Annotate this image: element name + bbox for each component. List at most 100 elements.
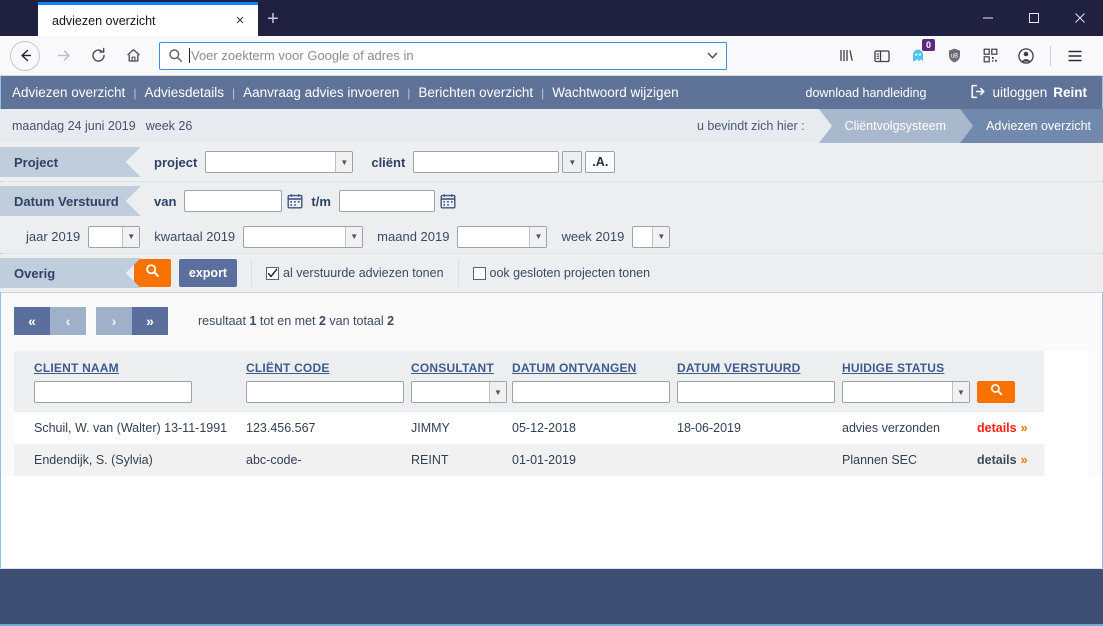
- download-handleiding-link[interactable]: download handleiding: [806, 86, 927, 100]
- filter-select-huidige-status[interactable]: ▼: [842, 381, 970, 403]
- result-mid: tot en met: [259, 314, 316, 328]
- browser-tab-adviezen-overzicht[interactable]: adviezen overzicht ×: [38, 2, 258, 36]
- breadcrumb-item-clientvolgsysteem[interactable]: Cliëntvolgsysteem: [818, 109, 974, 143]
- nav-item-wachtwoord-wijzigen[interactable]: Wachtwoord wijzigen: [552, 85, 678, 100]
- client-dropdown-button[interactable]: ▼: [562, 151, 583, 173]
- week-select[interactable]: ▼: [632, 225, 671, 248]
- sidebar-icon[interactable]: [866, 40, 898, 72]
- address-bar[interactable]: Voer zoekterm voor Google of adres in: [159, 41, 727, 70]
- calendar-icon[interactable]: [440, 193, 456, 209]
- column-header-client-naam[interactable]: CLIENT NAAM: [14, 351, 246, 381]
- column-header-huidige-status[interactable]: HUIDIGE STATUS: [842, 351, 977, 381]
- cell-client-code: 123.456.567: [246, 421, 316, 435]
- tm-label: t/m: [311, 193, 331, 209]
- breadcrumb-label: Cliëntvolgsysteem: [844, 119, 947, 133]
- checkbox-ook-gesloten-projecten-tonen[interactable]: ook gesloten projecten tonen: [472, 266, 650, 280]
- filter-panel: Project project ▼ cliënt ▼ .A. Datum Ver…: [0, 143, 1103, 293]
- checkbox-box: [472, 266, 486, 280]
- column-header-consultant[interactable]: CONSULTANT: [411, 351, 512, 381]
- home-icon[interactable]: [116, 39, 150, 73]
- library-icon[interactable]: [830, 40, 862, 72]
- minimize-icon[interactable]: [965, 0, 1011, 36]
- kwartaal-label: kwartaal 2019: [154, 229, 236, 244]
- table-search-button[interactable]: [977, 381, 1015, 403]
- breadcrumb: u bevindt zich hier : Cliëntvolgsysteem …: [697, 109, 1103, 143]
- close-window-icon[interactable]: [1057, 0, 1103, 36]
- week-select-value: [633, 227, 652, 247]
- chevron-down-icon[interactable]: [705, 48, 720, 63]
- browser-window: adviezen overzicht × + Voer zoekterm voo…: [0, 0, 1103, 626]
- column-header-client-code[interactable]: CLIËNT CODE: [246, 351, 411, 381]
- filter-input-client-naam[interactable]: [34, 381, 192, 403]
- cell-client-naam: Endendijk, S. (Sylvia): [14, 444, 246, 476]
- export-button[interactable]: export: [179, 259, 237, 287]
- containers-ghost-icon[interactable]: 0: [902, 38, 935, 72]
- chevron-down-icon: ▼: [652, 226, 670, 247]
- forward-arrow-icon: [46, 39, 80, 73]
- details-label: details: [977, 453, 1017, 467]
- project-select[interactable]: ▼: [205, 151, 354, 173]
- text-caret: [189, 48, 190, 63]
- nav-item-adviesdetails[interactable]: Adviesdetails: [144, 85, 224, 100]
- hamburger-menu-icon[interactable]: [1059, 40, 1091, 72]
- maximize-icon[interactable]: [1011, 0, 1057, 36]
- cell-consultant: REINT: [411, 444, 512, 476]
- account-icon[interactable]: [1010, 40, 1042, 72]
- column-header-datum-verstuurd[interactable]: DATUM VERSTUURD: [677, 351, 842, 381]
- van-date-input[interactable]: [184, 190, 283, 212]
- chevron-down-icon: ▼: [122, 226, 140, 247]
- ublock-shield-icon[interactable]: uB: [938, 40, 970, 72]
- table-filter-row: ▼ ▼: [14, 381, 1044, 412]
- svg-text:uB: uB: [950, 54, 957, 60]
- alpha-filter-button[interactable]: .A.: [585, 151, 616, 173]
- close-icon[interactable]: ×: [230, 11, 250, 31]
- breadcrumb-lead-text: u bevindt zich hier :: [696, 119, 805, 133]
- toolbar-divider: [1050, 45, 1051, 66]
- pagination-first-button[interactable]: «: [14, 307, 50, 335]
- back-arrow-icon[interactable]: [10, 40, 40, 71]
- filter-row-overig: Overig export al verstuurde adviezen ton…: [0, 254, 1103, 292]
- chevron-double-right-icon: »: [1020, 421, 1028, 435]
- details-link[interactable]: details »: [977, 453, 1028, 467]
- nav-item-berichten-overzicht[interactable]: Berichten overzicht: [418, 85, 533, 100]
- filter-input-datum-ontvangen[interactable]: [512, 381, 670, 403]
- pagination-next-button[interactable]: ›: [96, 307, 132, 335]
- kwartaal-select[interactable]: ▼: [243, 225, 364, 248]
- reload-icon[interactable]: [81, 39, 115, 73]
- pagination-last-button[interactable]: »: [132, 307, 168, 335]
- jaar-label: jaar 2019: [26, 229, 81, 244]
- qr-code-icon[interactable]: [974, 40, 1006, 72]
- browser-titlebar: adviezen overzicht × +: [0, 0, 1103, 36]
- logout-button[interactable]: uitloggen Reint: [970, 84, 1087, 102]
- breadcrumb-label: Adviezen overzicht: [986, 119, 1091, 133]
- maand-select[interactable]: ▼: [457, 225, 548, 248]
- calendar-icon[interactable]: [287, 193, 303, 209]
- result-from: 1: [249, 314, 257, 328]
- tm-date-input[interactable]: [338, 190, 435, 212]
- checkbox-label: al verstuurde adviezen tonen: [283, 266, 444, 280]
- nav-item-aanvraag-advies-invoeren[interactable]: Aanvraag advies invoeren: [243, 85, 399, 100]
- breadcrumb-item-adviezen-overzicht[interactable]: Adviezen overzicht: [960, 109, 1103, 143]
- jaar-select[interactable]: ▼: [88, 225, 141, 248]
- filter-row-period: jaar 2019 ▼ kwartaal 2019 ▼ maand 2019 ▼: [0, 220, 1103, 253]
- filter-input-datum-verstuurd[interactable]: [677, 381, 835, 403]
- cell-huidige-status: advies verzonden: [842, 421, 940, 435]
- checkbox-al-verstuurde-adviezen-tonen[interactable]: al verstuurde adviezen tonen: [266, 266, 444, 280]
- table-header-row: CLIENT NAAM CLIËNT CODE CONSULTANT DATUM…: [14, 351, 1044, 381]
- details-link[interactable]: details »: [977, 421, 1028, 435]
- chevron-down-icon: ▼: [489, 382, 506, 402]
- nav-separator: |: [407, 85, 411, 100]
- client-label: cliënt: [371, 154, 406, 170]
- column-header-datum-ontvangen[interactable]: DATUM ONTVANGEN: [512, 351, 677, 381]
- cell-datum-ontvangen: 05-12-2018: [512, 421, 576, 435]
- new-tab-button[interactable]: +: [258, 4, 288, 34]
- filter-select-consultant[interactable]: ▼: [411, 381, 507, 403]
- current-date: maandag 24 juni 2019: [12, 119, 136, 133]
- table-row[interactable]: Schuil, W. van (Walter) 13-11-1991 123.4…: [14, 412, 1044, 444]
- client-input[interactable]: [413, 151, 560, 173]
- filter-input-client-code[interactable]: [246, 381, 404, 403]
- pagination-prev-button[interactable]: ‹: [50, 307, 86, 335]
- vertical-divider: [457, 259, 459, 287]
- nav-item-adviezen-overzicht[interactable]: Adviezen overzicht: [12, 85, 125, 100]
- table-row[interactable]: Endendijk, S. (Sylvia) abc-code- REINT 0…: [14, 444, 1044, 476]
